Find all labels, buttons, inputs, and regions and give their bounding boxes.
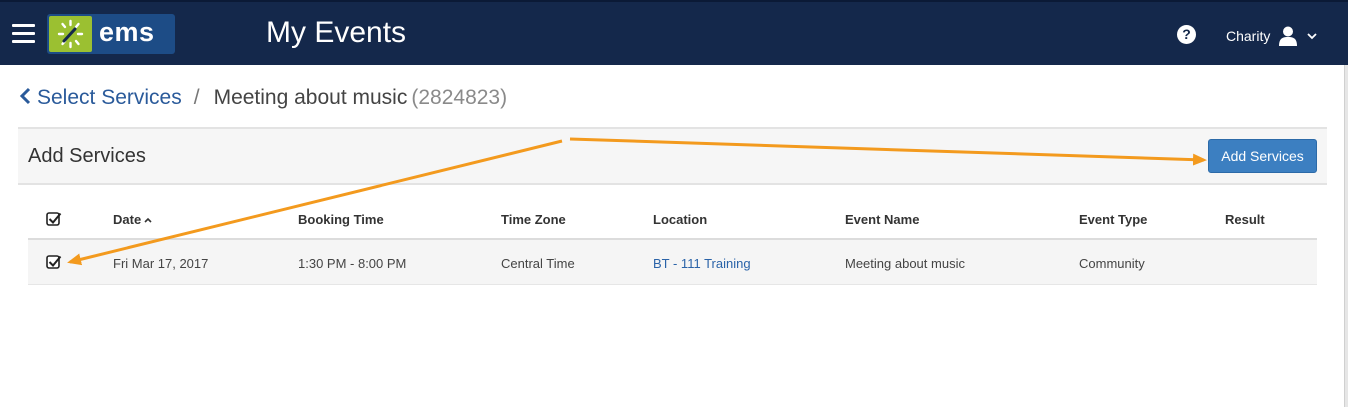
table-row[interactable]: Fri Mar 17, 2017 1:30 PM - 8:00 PM Centr…: [28, 240, 1317, 285]
column-header-time-zone[interactable]: Time Zone: [501, 212, 566, 227]
column-header-booking-time[interactable]: Booking Time: [298, 212, 384, 227]
breadcrumb-back-link[interactable]: Select Services: [19, 86, 182, 110]
add-services-panel-header: Add Services Add Services: [18, 127, 1327, 185]
user-icon: [1279, 26, 1298, 46]
hamburger-menu-icon[interactable]: [12, 24, 35, 43]
cell-event-type: Community: [1079, 256, 1145, 271]
table-header: Date Booking Time Time Zone Location Eve…: [28, 200, 1317, 240]
reservation-id: (2824823): [411, 86, 508, 109]
row-checkbox[interactable]: [46, 254, 62, 270]
ems-logo[interactable]: ems: [47, 14, 175, 54]
breadcrumb-back-label: Select Services: [37, 86, 182, 109]
bookings-table: Date Booking Time Time Zone Location Eve…: [28, 200, 1317, 285]
sort-ascending-icon: [144, 217, 152, 223]
column-header-event-type[interactable]: Event Type: [1079, 212, 1147, 227]
user-menu[interactable]: Charity: [1226, 24, 1317, 48]
cell-event-name: Meeting about music: [845, 256, 965, 271]
cell-time-zone: Central Time: [501, 256, 575, 271]
logo-sunburst-icon: [49, 16, 92, 52]
breadcrumb-current: Meeting about music: [213, 86, 408, 109]
question-circle-icon[interactable]: ?: [1177, 25, 1196, 44]
page-title: My Events: [266, 16, 407, 49]
top-nav-bar: ems My Events ? Charity: [0, 0, 1348, 65]
cell-date: Fri Mar 17, 2017: [113, 256, 209, 271]
cell-booking-time: 1:30 PM - 8:00 PM: [298, 256, 407, 271]
breadcrumb-separator: /: [193, 86, 200, 109]
cell-location-link[interactable]: BT - 111 Training: [653, 256, 751, 271]
breadcrumb: Select Services / Meeting about music (2…: [19, 86, 507, 110]
chevron-left-icon: [19, 87, 31, 105]
column-header-date[interactable]: Date: [113, 212, 152, 227]
column-header-location[interactable]: Location: [653, 212, 707, 227]
logo-text: ems: [99, 17, 155, 47]
user-name: Charity: [1226, 28, 1271, 44]
chevron-down-icon: [1307, 33, 1317, 40]
select-all-checkbox[interactable]: [46, 211, 62, 227]
column-header-event-name[interactable]: Event Name: [845, 212, 919, 227]
panel-title: Add Services: [28, 145, 146, 167]
add-services-button[interactable]: Add Services: [1208, 139, 1317, 173]
window-scrollbar[interactable]: [1344, 65, 1348, 407]
column-header-result[interactable]: Result: [1225, 212, 1265, 227]
